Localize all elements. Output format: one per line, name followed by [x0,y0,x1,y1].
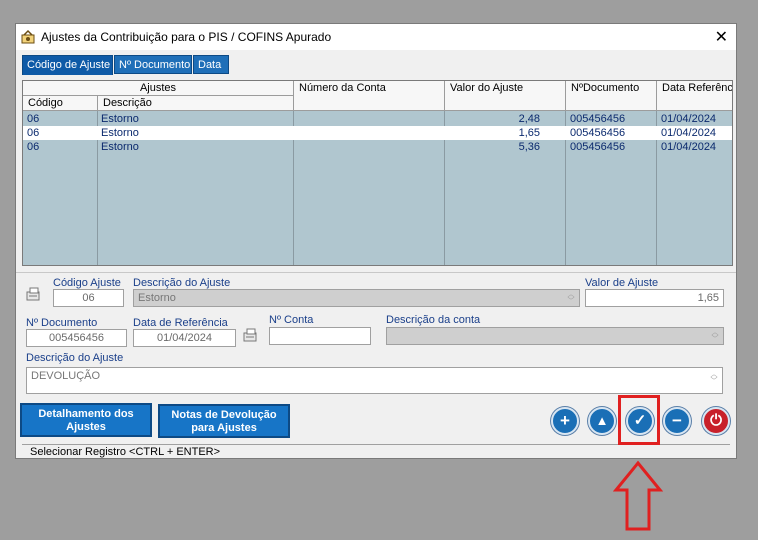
header-data-referencia[interactable]: Data Referênc [657,81,732,111]
header-n-documento[interactable]: NºDocumento [566,81,657,111]
add-icon: + [560,411,570,430]
cell-codigo: 06 [27,113,40,125]
descricao-ajuste-field[interactable]: Estorno ︿ ﹀ [133,289,580,307]
window-title: Ajustes da Contribuição para o PIS / COF… [41,30,332,44]
header-valor-ajuste[interactable]: Valor do Ajuste [445,81,566,111]
n-documento-field[interactable]: 005456456 [26,329,127,347]
descricao-ajuste-memo[interactable]: DEVOLUÇÃO ︿ ﹀ [26,367,723,394]
grid-header: Ajustes Código Descrição Número da Conta… [23,81,732,111]
remove-button[interactable]: − [663,407,691,435]
cell-valor: 1,65 [518,127,540,139]
table-row-selected[interactable]: 06 Estorno 1,65 005456456 01/04/2024 [23,126,732,140]
pointer-arrow-icon [613,460,663,531]
descricao-ajuste-memo-value: DEVOLUÇÃO [31,370,101,382]
cell-data: 01/04/2024 [661,127,717,139]
remove-icon: − [672,411,682,430]
dialog-window: Ajustes da Contribuição para o PIS / COF… [15,23,737,459]
descricao-ajuste-value: Estorno [138,292,176,304]
header-numero-conta[interactable]: Número da Conta [294,81,445,111]
exit-button[interactable]: ⏻ [702,407,730,435]
status-bar: Selecionar Registro <CTRL + ENTER> [22,444,730,460]
lookup-icon[interactable] [243,327,259,343]
tab-n-documento[interactable]: Nº Documento [114,55,192,74]
spin-arrows-icon[interactable]: ︿ ﹀ [565,291,577,305]
descricao-conta-field[interactable]: ︿ ﹀ [386,327,724,345]
cell-data: 01/04/2024 [661,141,717,153]
divider [16,272,736,273]
close-icon[interactable]: ✕ [715,27,728,47]
highlight-box [618,395,660,445]
data-referencia-field[interactable]: 01/04/2024 [133,329,236,347]
n-conta-field[interactable] [269,327,371,345]
codigo-ajuste-label: Código Ajuste [53,277,121,289]
cell-documento: 005456456 [570,127,626,139]
table-row[interactable]: 06 Estorno 2,48 005456456 01/04/2024 [23,112,732,126]
cell-valor: 5,36 [518,141,540,153]
descricao-conta-label: Descrição da conta [386,314,481,326]
header-descricao[interactable]: Descrição [98,96,294,111]
cell-documento: 005456456 [570,141,626,153]
move-up-button[interactable]: ▲ [588,407,616,435]
tab-codigo-ajuste[interactable]: Código de Ajuste [22,55,113,75]
n-conta-label: Nº Conta [269,314,314,326]
cell-documento: 005456456 [570,113,626,125]
header-group-ajustes: Ajustes [23,81,294,96]
cell-descricao: Estorno [101,113,139,125]
valor-ajuste-field[interactable]: 1,65 [585,289,724,307]
spin-arrows-icon[interactable]: ︿ ﹀ [708,371,720,385]
descricao-ajuste-label: Descrição do Ajuste [133,277,231,289]
up-icon: ▲ [595,413,609,428]
cell-descricao: Estorno [101,141,139,153]
header-codigo[interactable]: Código [23,96,98,111]
notas-devolucao-button[interactable]: Notas de Devolução para Ajustes [158,404,290,438]
add-button[interactable]: + [551,407,579,435]
power-icon: ⏻ [710,412,722,429]
adjustments-grid[interactable]: Ajustes Código Descrição Número da Conta… [22,80,733,266]
cell-codigo: 06 [27,141,40,153]
codigo-ajuste-field[interactable]: 06 [53,289,124,307]
title-bar: Ajustes da Contribuição para o PIS / COF… [16,24,736,50]
tab-data[interactable]: Data [193,55,229,74]
valor-ajuste-label: Valor de Ajuste [585,277,659,289]
detalhamento-ajustes-button[interactable]: Detalhamento dos Ajustes [20,403,152,437]
table-row[interactable]: 06 Estorno 5,36 005456456 01/04/2024 [23,140,732,154]
spin-arrows-icon[interactable]: ︿ ﹀ [709,329,721,343]
descricao-ajuste-memo-label: Descrição do Ajuste [26,352,124,364]
app-icon [21,29,35,44]
lookup-icon[interactable] [26,286,42,302]
cell-data: 01/04/2024 [661,113,717,125]
n-documento-label: Nº Documento [26,317,98,329]
status-text: Selecionar Registro <CTRL + ENTER> [30,446,221,458]
data-referencia-label: Data de Referência [133,317,228,329]
cell-valor: 2,48 [518,113,540,125]
cell-codigo: 06 [27,127,40,139]
cell-descricao: Estorno [101,127,139,139]
